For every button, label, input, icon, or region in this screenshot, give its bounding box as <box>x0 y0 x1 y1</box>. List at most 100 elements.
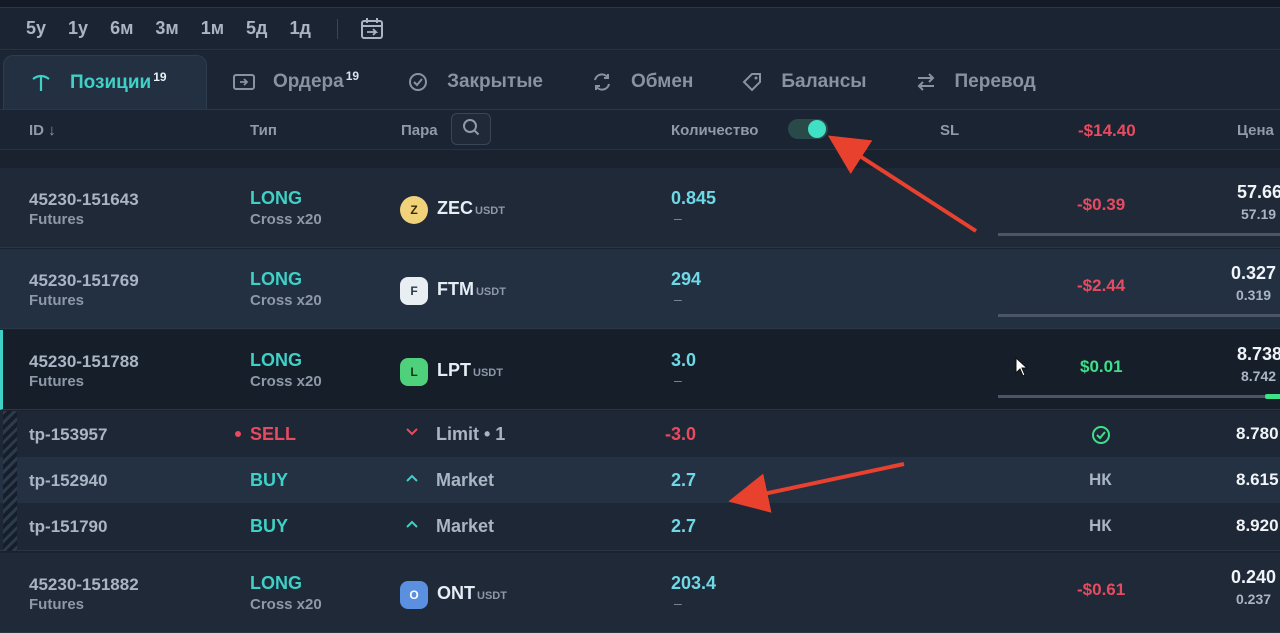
timeframe-1y[interactable]: 1y <box>68 18 88 39</box>
tab-bar: Позиции 19 Ордера 19 Закрытые Обмен Баланс… <box>0 51 1280 110</box>
position-kind: Futures <box>29 596 85 613</box>
check-circle-icon <box>407 71 429 93</box>
position-side: LONG <box>250 573 302 593</box>
pair-base: LPT <box>437 360 471 380</box>
order-group-hatch <box>3 411 17 551</box>
position-margin: Cross x20 <box>250 211 322 228</box>
tab-positions[interactable]: Позиции 19 <box>3 55 207 109</box>
tab-badge: 19 <box>345 69 360 83</box>
position-id: 45230-151643 <box>29 190 139 209</box>
tag-icon <box>741 71 763 93</box>
pair-quote: USDT <box>475 205 505 217</box>
position-kind: Futures <box>29 211 85 228</box>
table-row[interactable]: 45230-151882 Futures LONG Cross x20 O ON… <box>0 553 1280 633</box>
pnl-bar <box>998 233 1280 236</box>
pair-quote: USDT <box>473 367 503 379</box>
order-qty: -3.0 <box>665 424 697 444</box>
pair-search-button[interactable] <box>451 113 491 145</box>
position-qty-sub: – <box>674 372 682 388</box>
tab-balances[interactable]: Балансы <box>715 55 888 109</box>
timeframe-6m[interactable]: 6м <box>110 18 133 39</box>
order-sl: НК <box>1089 516 1112 535</box>
transfer-icon <box>915 71 937 93</box>
lpt-coin-icon: L <box>400 358 428 386</box>
qty-toggle[interactable] <box>788 119 828 139</box>
timeframe-3m[interactable]: 3м <box>155 18 178 39</box>
ftm-coin-icon: F <box>400 277 428 305</box>
position-icon <box>30 72 52 94</box>
order-price: 8.780 <box>1236 424 1279 443</box>
col-price: Цена <box>1237 122 1274 139</box>
table-row[interactable]: 45230-151643 Futures LONG Cross x20 Z ZE… <box>0 168 1280 248</box>
position-margin: Cross x20 <box>250 596 322 613</box>
timeframe-1m[interactable]: 1м <box>201 18 224 39</box>
position-pnl: -$0.61 <box>1077 580 1126 599</box>
position-qty-sub: – <box>674 291 682 307</box>
position-qty: 0.845 <box>671 188 717 208</box>
tab-label: Позиции <box>70 71 152 93</box>
tab-closed[interactable]: Закрытые <box>381 55 565 109</box>
col-pair: Пара <box>401 122 438 139</box>
date-range-icon[interactable] <box>358 17 386 41</box>
sell-dot <box>235 431 241 437</box>
order-qty: 2.7 <box>671 470 697 490</box>
swap-icon <box>591 71 613 93</box>
timeframe-bar: 5y 1y 6м 3м 1м 5д 1д <box>0 8 1280 50</box>
position-price: 0.327 <box>1231 263 1277 283</box>
tab-orders[interactable]: Ордера 19 <box>207 55 381 109</box>
pnl-bar <box>998 314 1280 317</box>
order-qty: 2.7 <box>671 516 697 536</box>
position-qty-sub: – <box>674 595 682 611</box>
tab-label: Обмен <box>631 71 694 92</box>
spacer <box>0 150 1280 168</box>
order-price: 8.615 <box>1236 470 1279 489</box>
table-row[interactable]: 45230-151769 Futures LONG Cross x20 F FT… <box>0 249 1280 329</box>
order-row[interactable]: tp-153957 SELL Limit • 1 -3.0 8.780 <box>0 411 1280 457</box>
table-row-selected[interactable]: 45230-151788 Futures LONG Cross x20 L LP… <box>0 330 1280 410</box>
order-price: 8.920 <box>1236 516 1279 535</box>
pair-label[interactable]: FTM USDT <box>437 279 506 300</box>
timeframe-5y[interactable]: 5y <box>26 18 46 39</box>
col-id[interactable]: ID ↓ <box>29 122 56 139</box>
tab-badge: 19 <box>153 69 167 84</box>
position-price: 0.240 <box>1231 567 1277 587</box>
chevron-up-icon <box>405 470 419 486</box>
chevron-down-icon <box>405 424 419 440</box>
order-sl: НК <box>1089 470 1112 489</box>
pair-label[interactable]: ZEC USDT <box>437 198 505 219</box>
check-circle-icon <box>1091 425 1111 450</box>
position-margin: Cross x20 <box>250 373 322 390</box>
position-kind: Futures <box>29 292 85 309</box>
tab-exchange[interactable]: Обмен <box>565 55 715 109</box>
tab-transfer[interactable]: Перевод <box>889 55 1058 109</box>
order-id: tp-153957 <box>29 425 108 444</box>
order-side: BUY <box>250 470 289 490</box>
order-row[interactable]: tp-151790 BUY Market 2.7 НК 8.920 <box>0 503 1280 551</box>
position-price-sub: 0.319 <box>1236 287 1272 303</box>
position-id: 45230-151882 <box>29 575 139 594</box>
search-icon <box>462 118 480 141</box>
position-qty-sub: – <box>674 210 682 226</box>
order-row[interactable]: tp-152940 BUY Market 2.7 НК 8.615 <box>0 457 1280 503</box>
mouse-cursor-icon <box>1015 356 1029 382</box>
position-qty: 3.0 <box>671 350 697 370</box>
position-qty: 294 <box>671 269 702 289</box>
position-side: LONG <box>250 350 302 370</box>
position-side: LONG <box>250 188 302 208</box>
timeframe-1d[interactable]: 1д <box>289 18 310 39</box>
order-id: tp-151790 <box>29 517 108 536</box>
total-pnl: -$14.40 <box>1078 121 1136 140</box>
timeframe-5d[interactable]: 5д <box>246 18 267 39</box>
pair-label[interactable]: LPT USDT <box>437 360 503 381</box>
ont-coin-icon: O <box>400 581 428 609</box>
position-id: 45230-151769 <box>29 271 139 290</box>
pair-base: FTM <box>437 279 474 299</box>
pnl-bar <box>998 394 1280 399</box>
pair-label[interactable]: ONT USDT <box>437 583 507 604</box>
top-strip <box>0 0 1280 8</box>
tab-label: Закрытые <box>447 71 543 92</box>
position-side: LONG <box>250 269 302 289</box>
col-type: Тип <box>250 122 277 139</box>
position-price-sub: 8.742 <box>1241 368 1277 384</box>
order-id: tp-152940 <box>29 471 108 490</box>
